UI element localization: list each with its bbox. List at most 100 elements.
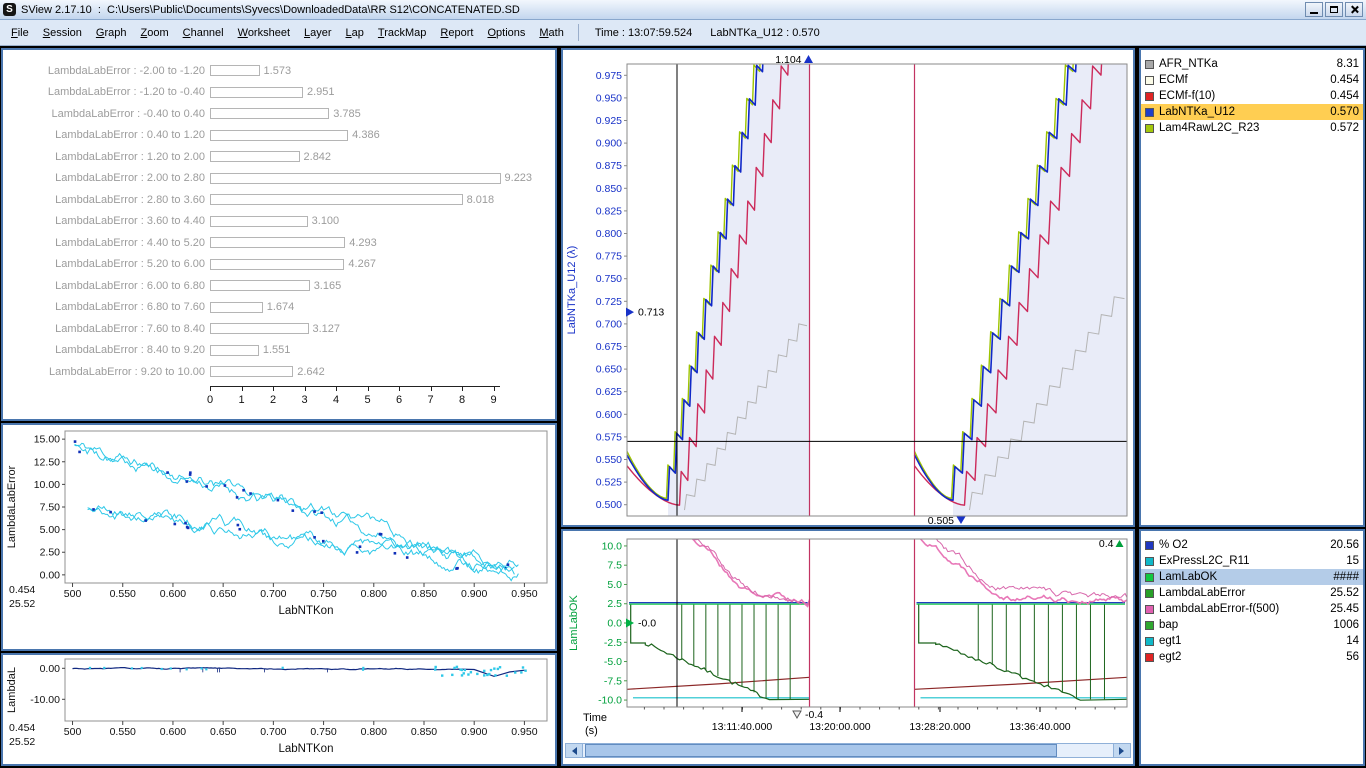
histogram-bin-label: LambdaLabError : 2.80 to 3.60 <box>3 194 210 206</box>
svg-text:0.825: 0.825 <box>596 205 622 217</box>
horizontal-scrollbar[interactable] <box>565 743 1131 758</box>
restore-button[interactable] <box>1325 2 1343 17</box>
channel-color-swatch <box>1145 621 1154 630</box>
svg-text:0.00: 0.00 <box>40 663 61 675</box>
scatter-plot[interactable]: 15.0012.5010.007.505.002.500.005000.5500… <box>3 425 555 649</box>
svg-text:0.700: 0.700 <box>260 726 286 738</box>
svg-text:0.600: 0.600 <box>160 588 186 600</box>
svg-text:0.454: 0.454 <box>9 584 35 596</box>
menu-item-graph[interactable]: Graph <box>89 22 134 44</box>
channel-name: bap <box>1159 619 1329 631</box>
close-button[interactable] <box>1345 2 1363 17</box>
channel-row-lambdalaberror[interactable]: LambdaLabError25.52 <box>1141 585 1363 601</box>
svg-text:0.950: 0.950 <box>596 92 622 104</box>
channel-row-lambdalaberror-f-500-[interactable]: LambdaLabError-f(500)25.45 <box>1141 601 1363 617</box>
channel-name: LamLabOK <box>1159 571 1329 583</box>
svg-text:0.650: 0.650 <box>210 588 236 600</box>
channel-row-afr-ntka[interactable]: AFR_NTKa8.31 <box>1141 56 1363 72</box>
histogram-bar <box>210 259 344 270</box>
histogram-bar-value: 1.674 <box>267 301 295 313</box>
svg-text:-0.4: -0.4 <box>805 709 823 721</box>
menu-item-worksheet[interactable]: Worksheet <box>231 22 297 44</box>
channel-row-lam4rawl2c-r23[interactable]: Lam4RawL2C_R230.572 <box>1141 120 1363 136</box>
svg-text:0.00: 0.00 <box>40 569 61 581</box>
channel-row-egt1[interactable]: egt114 <box>1141 633 1363 649</box>
histogram-rows: LambdaLabError : -2.00 to -1.201.573Lamb… <box>3 60 555 383</box>
bottom-timeseries-plot[interactable]: 10.07.55.02.50.0-2.5-5.0-7.5-10.0LamLabO… <box>563 531 1133 741</box>
menu-bar: FileSessionGraphZoomChannelWorksheetLaye… <box>0 20 1366 46</box>
histogram-bin-label: LambdaLabError : 2.00 to 2.80 <box>3 172 210 184</box>
svg-text:13:28:20.000: 13:28:20.000 <box>909 721 970 733</box>
menu-item-channel[interactable]: Channel <box>176 22 231 44</box>
channel-row-labntka-u12[interactable]: LabNTKa_U120.570 <box>1141 104 1363 120</box>
restore-icon <box>1330 6 1338 13</box>
channel-row-egt2[interactable]: egt256 <box>1141 649 1363 665</box>
window-controls <box>1305 2 1366 17</box>
channel-value: 56 <box>1346 651 1359 663</box>
svg-text:7.50: 7.50 <box>40 502 61 514</box>
channel-name: ExPressL2C_R11 <box>1159 555 1342 567</box>
histogram-bin-label: LambdaLabError : 0.40 to 1.20 <box>3 129 210 141</box>
channel-value: 25.45 <box>1330 603 1359 615</box>
histogram-bar <box>210 173 501 184</box>
svg-text:0.600: 0.600 <box>160 726 186 738</box>
histogram-x-axis: 0123456789 <box>210 386 540 416</box>
channel-list-bottom-panel: % O220.56ExPressL2C_R1115LamLabOK####Lam… <box>1139 529 1365 766</box>
histogram-bar-value: 4.267 <box>348 258 376 270</box>
histogram-row: LambdaLabError : 0.40 to 1.20 4.386 <box>3 125 555 147</box>
channel-name: % O2 <box>1159 539 1326 551</box>
svg-text:0.454: 0.454 <box>9 722 35 734</box>
channel-row--o2[interactable]: % O2 20.56 <box>1141 537 1363 553</box>
channel-color-swatch <box>1145 124 1154 133</box>
channel-color-swatch <box>1145 60 1154 69</box>
svg-text:0.500: 0.500 <box>596 499 622 511</box>
svg-text:0.0: 0.0 <box>607 618 622 630</box>
scroll-right-button[interactable] <box>1113 744 1130 757</box>
main-timeseries-plot[interactable]: 0.9750.9500.9250.9000.8750.8500.8250.800… <box>563 50 1133 525</box>
svg-text:-2.5: -2.5 <box>604 637 622 649</box>
histogram-bar <box>210 216 308 227</box>
svg-text:0.800: 0.800 <box>361 588 387 600</box>
histogram-row: LambdaLabError : -0.40 to 0.403.785 <box>3 103 555 125</box>
svg-text:-5.0: -5.0 <box>604 656 622 668</box>
channel-row-ecmf-f-10-[interactable]: ECMf-f(10)0.454 <box>1141 88 1363 104</box>
channel-color-swatch <box>1145 557 1154 566</box>
menu-item-trackmap[interactable]: TrackMap <box>371 22 434 44</box>
small-scatter-plot[interactable]: 0.00-10.005000.5500.6000.6500.7000.7500.… <box>3 655 555 764</box>
svg-text:0.550: 0.550 <box>110 588 136 600</box>
channel-value: 20.56 <box>1330 539 1359 551</box>
channel-row-lamlabok[interactable]: LamLabOK#### <box>1141 569 1363 585</box>
histogram-bar-value: 3.100 <box>312 215 340 227</box>
svg-text:0.650: 0.650 <box>596 364 622 376</box>
channel-row-expressl2c-r11[interactable]: ExPressL2C_R1115 <box>1141 553 1363 569</box>
histogram-bar-value: 4.386 <box>352 129 380 141</box>
menu-item-lap[interactable]: Lap <box>339 22 371 44</box>
scrollbar-thumb[interactable] <box>585 744 1057 757</box>
menu-item-zoom[interactable]: Zoom <box>133 22 175 44</box>
channel-color-swatch <box>1145 76 1154 85</box>
channel-row-bap[interactable]: bap1006 <box>1141 617 1363 633</box>
menu-item-file[interactable]: File <box>4 22 36 44</box>
svg-text:0.675: 0.675 <box>596 341 622 353</box>
menu-item-options[interactable]: Options <box>480 22 532 44</box>
scrollbar-track[interactable] <box>583 744 1113 757</box>
channel-row-ecmf[interactable]: ECMf0.454 <box>1141 72 1363 88</box>
menu-item-session[interactable]: Session <box>36 22 89 44</box>
menu-item-report[interactable]: Report <box>433 22 480 44</box>
minimize-button[interactable] <box>1305 2 1323 17</box>
menu-item-math[interactable]: Math <box>532 22 570 44</box>
svg-text:10.00: 10.00 <box>34 479 60 491</box>
title-bar: S SView 2.17.10 : C:\Users\Public\Docume… <box>0 0 1366 20</box>
svg-text:0.850: 0.850 <box>596 183 622 195</box>
scroll-left-button[interactable] <box>566 744 583 757</box>
histogram-axis-tick-label: 9 <box>483 394 505 406</box>
channel-name: ECMf-f(10) <box>1159 90 1326 102</box>
svg-text:-0.0: -0.0 <box>638 618 656 630</box>
histogram-bar <box>210 87 303 98</box>
histogram-bar-value: 3.785 <box>333 108 361 120</box>
histogram-axis-tick-label: 7 <box>420 394 442 406</box>
histogram-bar-value: 2.951 <box>307 86 335 98</box>
histogram-axis-tick-label: 4 <box>325 394 347 406</box>
histogram-row: LambdaLabError : 5.20 to 6.004.267 <box>3 254 555 276</box>
menu-item-layer[interactable]: Layer <box>297 22 339 44</box>
